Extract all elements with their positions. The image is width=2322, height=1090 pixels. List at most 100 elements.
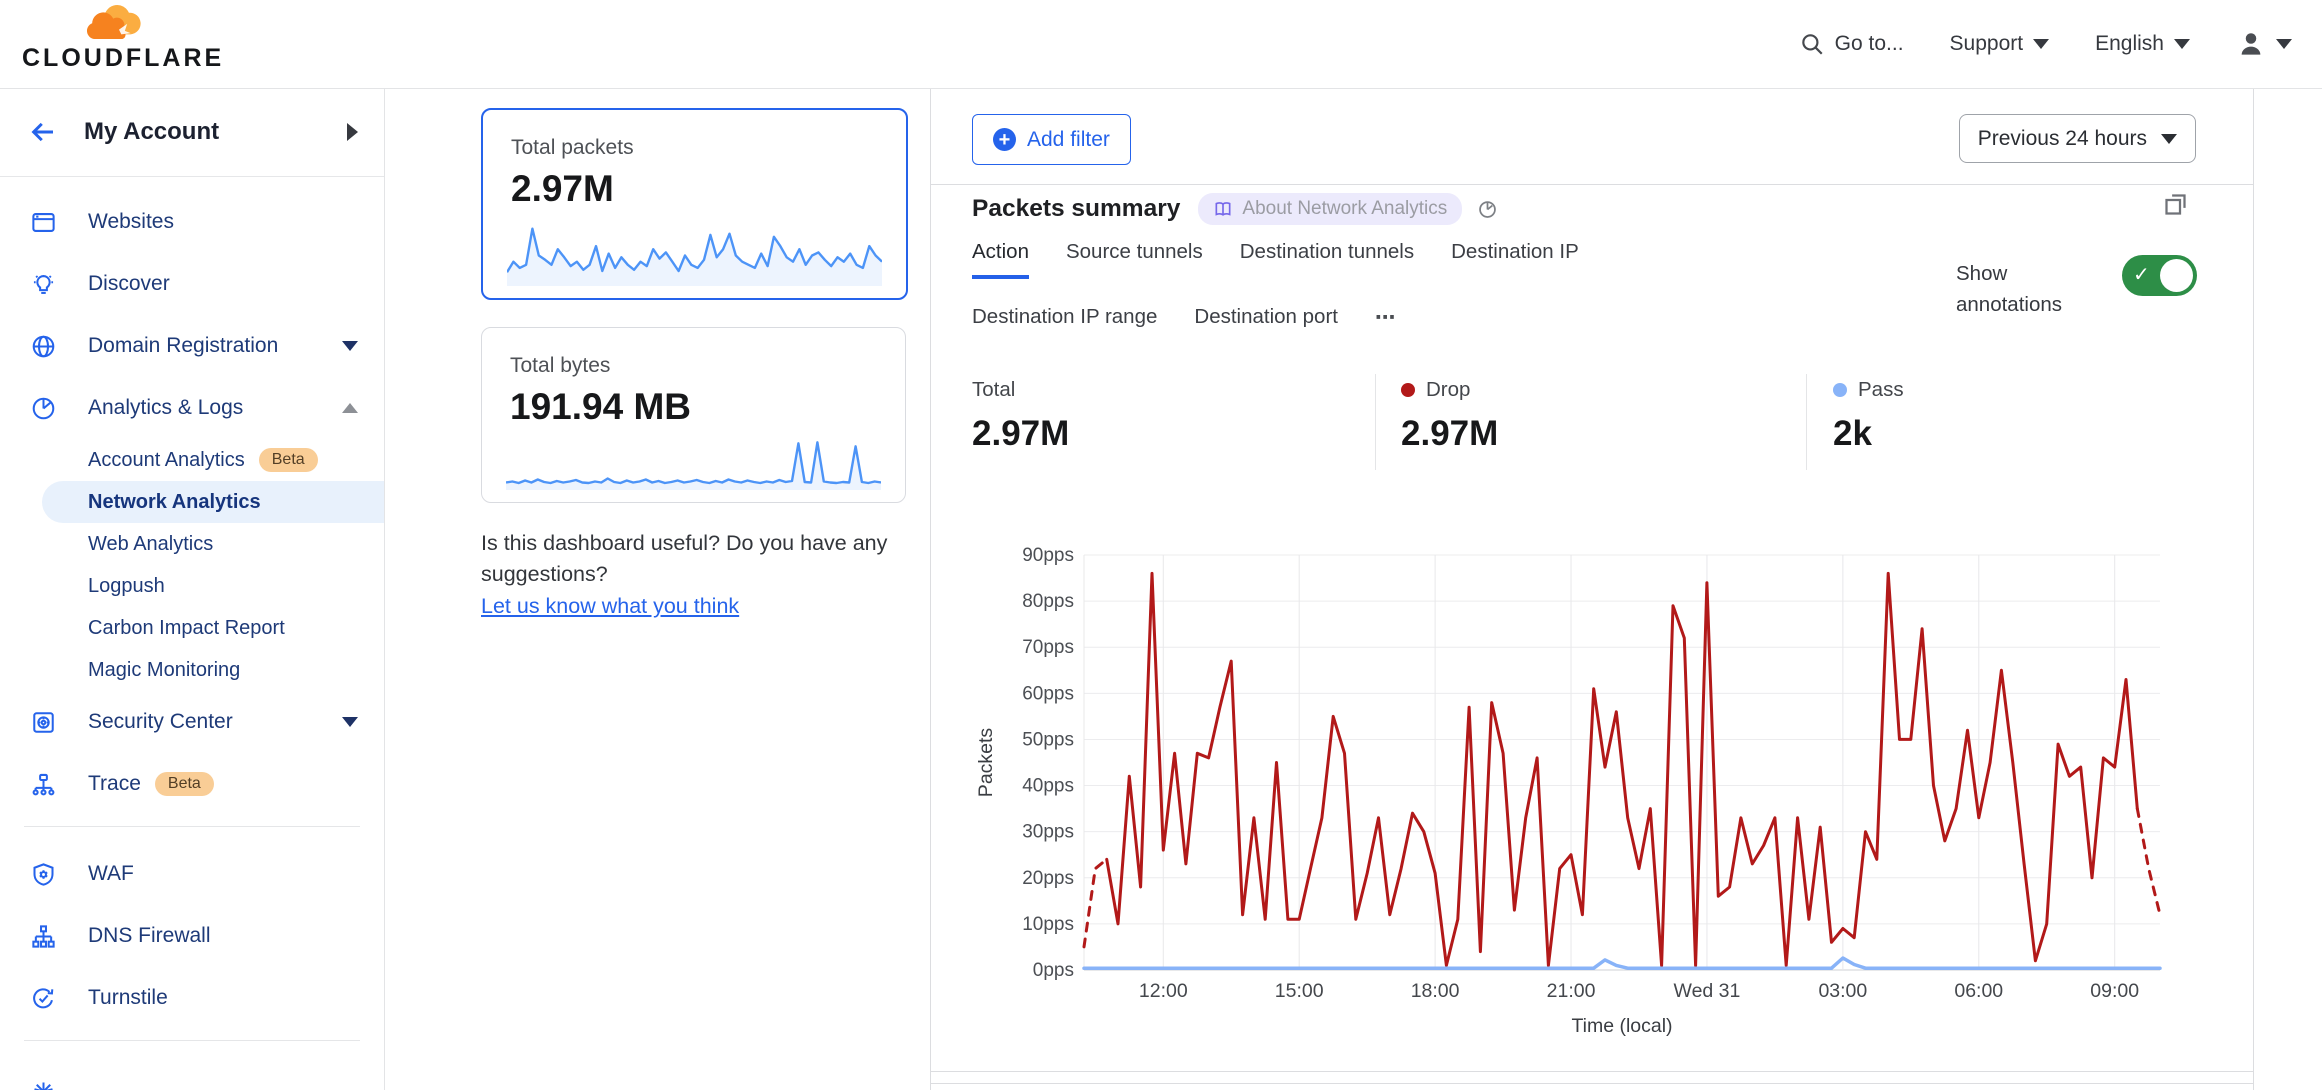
trace-icon	[30, 771, 57, 798]
sidebar-item-label: Security Center	[88, 710, 233, 734]
tab-action[interactable]: Action	[972, 240, 1029, 279]
chevron-right-icon[interactable]	[347, 123, 358, 141]
sidebar-item-label: Logpush	[88, 575, 165, 598]
panel-bottom-border	[931, 1071, 2253, 1072]
svg-text:15:00: 15:00	[1275, 980, 1324, 1002]
svg-text:Time (local): Time (local)	[1571, 1015, 1672, 1037]
security-center-icon	[30, 709, 57, 736]
sidebar-item-domain-registration[interactable]: Domain Registration	[0, 315, 384, 377]
svg-text:21:00: 21:00	[1547, 980, 1596, 1002]
dns-firewall-icon	[30, 923, 57, 950]
data-latency-icon[interactable]	[1477, 199, 1498, 220]
tab-destination-ip[interactable]: Destination IP	[1451, 240, 1579, 279]
sidebar-item-label: Domain Registration	[88, 334, 278, 358]
sidebar-item-label: Account Analytics	[88, 449, 245, 472]
goto-search[interactable]: Go to...	[1799, 31, 1904, 57]
sidebar-item-logpush[interactable]: Logpush	[0, 565, 384, 607]
language-menu[interactable]: English	[2095, 32, 2190, 56]
sidebar-item-label: WAF	[88, 862, 134, 886]
sidebar-item-magic-monitoring[interactable]: Magic Monitoring	[0, 649, 384, 691]
chevron-down-icon	[342, 717, 358, 727]
sidebar-item-network-analytics[interactable]: Network Analytics	[42, 481, 384, 523]
account-header[interactable]: My Account	[0, 88, 384, 177]
svg-text:70pps: 70pps	[1022, 637, 1074, 658]
waf-icon	[30, 861, 57, 888]
chevron-down-icon	[2276, 39, 2292, 49]
chevron-down-icon	[2033, 39, 2049, 49]
svg-text:40pps: 40pps	[1022, 776, 1074, 797]
sidebar-item-turnstile[interactable]: Turnstile	[0, 967, 384, 1029]
about-network-analytics-pill[interactable]: About Network Analytics	[1198, 193, 1462, 225]
plus-icon: +	[993, 128, 1016, 151]
stat-label: Pass	[1833, 378, 1904, 402]
show-annotations-toggle[interactable]: ✓	[2122, 255, 2197, 296]
sidebar-item-waf[interactable]: WAF	[0, 843, 384, 905]
sidebar-item-label: Trace	[88, 772, 141, 796]
sidebar-item-account-analytics[interactable]: Account AnalyticsBeta	[0, 439, 384, 481]
feedback-block: Is this dashboard useful? Do you have an…	[481, 528, 917, 622]
feedback-link[interactable]: Let us know what you think	[481, 591, 739, 622]
search-icon	[1799, 31, 1825, 57]
svg-text:09:00: 09:00	[2090, 980, 2139, 1002]
logo-text: CLOUDFLARE	[22, 44, 202, 73]
discover-icon	[30, 271, 57, 298]
add-filter-label: Add filter	[1027, 128, 1110, 152]
toggle-knob	[2160, 259, 2193, 292]
svg-text:0pps: 0pps	[1033, 960, 1074, 981]
burst-icon	[30, 1083, 57, 1090]
header-actions: Go to... Support English	[1799, 0, 2292, 88]
card-value: 191.94 MB	[510, 386, 905, 428]
tab-more[interactable]: ⋯	[1375, 305, 1398, 341]
sidebar-item-websites[interactable]: Websites	[0, 191, 384, 253]
expand-panel-icon[interactable]	[2162, 191, 2189, 223]
check-icon: ✓	[2133, 262, 2150, 287]
svg-text:10pps: 10pps	[1022, 914, 1074, 935]
svg-text:30pps: 30pps	[1022, 822, 1074, 843]
show-annotations-label: Show annotations	[1956, 258, 2096, 320]
total-packets-card[interactable]: Total packets 2.97M	[481, 108, 908, 300]
packets-time-series-chart[interactable]: 0pps10pps20pps30pps40pps50pps60pps70pps8…	[976, 540, 2211, 1040]
back-arrow-icon[interactable]	[28, 117, 58, 147]
sidebar-item-dns-firewall[interactable]: DNS Firewall	[0, 905, 384, 967]
total-bytes-card[interactable]: Total bytes 191.94 MB	[481, 327, 906, 503]
sidebar-item-discover[interactable]: Discover	[0, 253, 384, 315]
support-menu[interactable]: Support	[1950, 32, 2050, 56]
sidebar-item-trace[interactable]: TraceBeta	[0, 753, 384, 815]
tab-source-tunnels[interactable]: Source tunnels	[1066, 240, 1203, 279]
tab-destination-tunnels[interactable]: Destination tunnels	[1240, 240, 1414, 279]
stat-divider	[1375, 374, 1376, 470]
chevron-down-icon	[2161, 134, 2177, 144]
chevron-down-icon	[2174, 39, 2190, 49]
stat-drop: Drop2.97M	[1401, 378, 1498, 454]
svg-text:60pps: 60pps	[1022, 683, 1074, 704]
sidebar-item-security-center[interactable]: Security Center	[0, 691, 384, 753]
sidebar-item-web-analytics[interactable]: Web Analytics	[0, 523, 384, 565]
stat-divider	[1806, 374, 1807, 470]
sidebar-item-label: Web Analytics	[88, 533, 213, 556]
sidebar-item-label: Websites	[88, 210, 174, 234]
bytes-sparkline	[506, 436, 881, 490]
account-name: My Account	[84, 118, 219, 146]
card-title: Total bytes	[510, 354, 905, 378]
tab-destination-port[interactable]: Destination port	[1194, 305, 1338, 341]
tab-destination-ip-range[interactable]: Destination IP range	[972, 305, 1157, 341]
sidebar-item-label: Magic Monitoring	[88, 659, 240, 682]
sidebar-divider	[24, 1040, 360, 1041]
user-icon	[2236, 29, 2266, 59]
cloudflare-logo[interactable]: CLOUDFLARE	[22, 4, 202, 73]
sidebar-item-partial[interactable]	[0, 1057, 384, 1090]
time-range-label: Previous 24 hours	[1978, 127, 2147, 151]
panel-title-row: Packets summary About Network Analytics	[972, 193, 1498, 225]
sidebar-item-analytics-logs[interactable]: Analytics & Logs	[0, 377, 384, 439]
time-range-dropdown[interactable]: Previous 24 hours	[1959, 114, 2196, 163]
stats-row: Total2.97MDrop2.97MPass2k	[931, 372, 2253, 472]
legend-dot	[1833, 383, 1847, 397]
stat-label: Drop	[1401, 378, 1498, 402]
add-filter-button[interactable]: + Add filter	[972, 114, 1131, 165]
account-menu[interactable]	[2236, 29, 2292, 59]
language-label: English	[2095, 32, 2164, 56]
sidebar-item-carbon-impact-report[interactable]: Carbon Impact Report	[0, 607, 384, 649]
svg-text:Wed 31: Wed 31	[1674, 980, 1741, 1002]
cloudflare-cloud-icon	[77, 4, 147, 46]
sidebar-item-label: Turnstile	[88, 986, 168, 1010]
